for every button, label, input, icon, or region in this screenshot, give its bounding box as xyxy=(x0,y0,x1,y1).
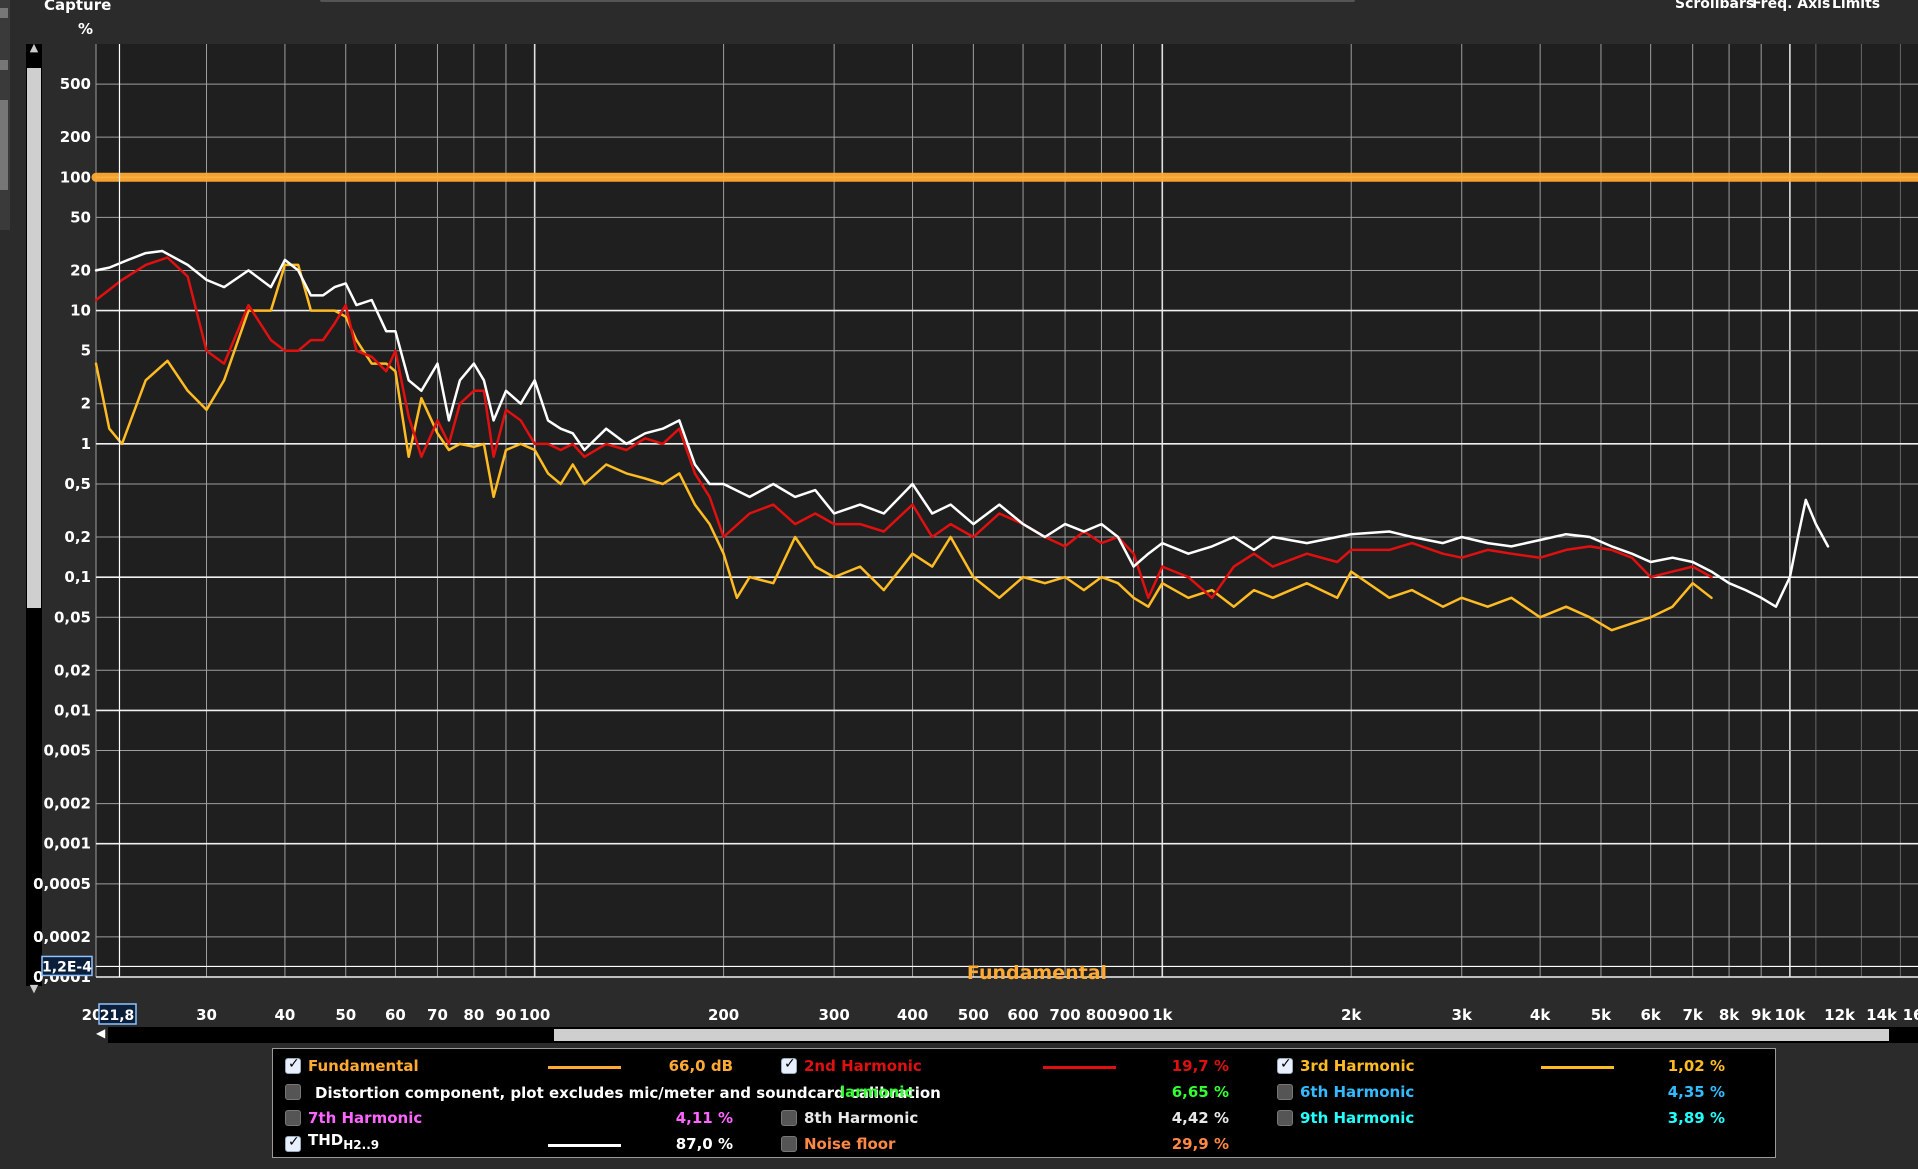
legend-h3-label: 3rd Harmonic xyxy=(1300,1057,1415,1075)
x-tick-label: 600 xyxy=(1007,1006,1038,1024)
legend-h4-label: larmonic xyxy=(840,1083,914,1101)
x-tick-label: 60 xyxy=(385,1006,406,1024)
y-tick-label: 0,05 xyxy=(54,608,91,626)
distortion-chart: 500 200 100 50 20 10 5 2 1 0,5 0,2 0,1 0,05 0,02 0,01 0… xyxy=(33,44,1918,1025)
y-tick-label: 5 xyxy=(81,342,91,360)
legend-panel: Fundamental 66,0 dB 2nd Harmonic 19,7 % … xyxy=(272,1048,1776,1158)
y-tick-label: 0,1 xyxy=(64,568,91,586)
x-tick-label: 900 xyxy=(1118,1006,1149,1024)
h9-checkbox[interactable] xyxy=(1277,1110,1293,1126)
legend-h9-label: 9th Harmonic xyxy=(1300,1109,1415,1127)
legend-fundamental-value: 66,0 dB xyxy=(668,1057,733,1075)
y-tick-label: 0,2 xyxy=(64,528,91,546)
legend-h8-label: 8th Harmonic xyxy=(804,1109,919,1127)
h3-swatch xyxy=(1541,1066,1614,1069)
y-tick-label: 50 xyxy=(70,208,91,226)
y-tick-label: 0,005 xyxy=(44,742,91,760)
x-axis-labels: 20 30 40 50 60 70 80 90 100 200 300 400 500 600 700 800… xyxy=(82,1006,1918,1024)
legend-h6-label: 6th Harmonic xyxy=(1300,1083,1415,1101)
noise-floor-checkbox[interactable] xyxy=(781,1136,797,1152)
y-tick-label: 2 xyxy=(81,395,91,413)
legend-h8-value: 4,42 % xyxy=(1171,1109,1229,1127)
h4-checkbox[interactable] xyxy=(285,1084,301,1100)
x-tick-label: 10k xyxy=(1774,1006,1806,1024)
legend-h4-value: 6,65 % xyxy=(1171,1083,1229,1101)
x-tick-label: 8k xyxy=(1719,1006,1740,1024)
y-tick-label: 0,02 xyxy=(54,661,91,679)
y-tick-label: 0,0002 xyxy=(33,928,91,946)
y-tick-label: 0,002 xyxy=(44,795,91,813)
x-tick-label: 6k xyxy=(1640,1006,1661,1024)
h6-checkbox[interactable] xyxy=(1277,1084,1293,1100)
legend-h2-value: 19,7 % xyxy=(1171,1057,1229,1075)
x-tick-label: 16 xyxy=(1903,1006,1918,1024)
cursor-y-label: 1,2E-4 xyxy=(42,959,92,975)
fundamental-swatch xyxy=(548,1066,621,1069)
legend-noise-value: 29,9 % xyxy=(1171,1135,1229,1153)
legend-h9-value: 3,89 % xyxy=(1667,1109,1725,1127)
x-tick-label: 9k xyxy=(1751,1006,1772,1024)
cursor-x-label: 21,8 xyxy=(100,1008,135,1024)
x-tick-label: 30 xyxy=(196,1006,217,1024)
h2-swatch xyxy=(1043,1066,1116,1069)
horizontal-scroll-thumb[interactable] xyxy=(554,1029,1889,1041)
x-tick-label: 40 xyxy=(274,1006,295,1024)
x-tick-label: 12k xyxy=(1824,1006,1856,1024)
x-tick-label: 90 xyxy=(496,1006,517,1024)
y-tick-label: 500 xyxy=(60,75,91,93)
x-tick-label: 70 xyxy=(427,1006,448,1024)
h8-checkbox[interactable] xyxy=(781,1110,797,1126)
y-tick-label: 0,0005 xyxy=(33,875,91,893)
legend-thd-value: 87,0 % xyxy=(675,1135,733,1153)
x-tick-label: 200 xyxy=(708,1006,739,1024)
scroll-left-arrow-icon[interactable]: ◀ xyxy=(96,1026,105,1040)
h2-checkbox[interactable] xyxy=(781,1056,797,1074)
y-tick-label: 1 xyxy=(81,435,91,453)
y-tick-label: 0,5 xyxy=(64,475,91,493)
x-tick-label: 100 xyxy=(519,1006,550,1024)
legend-h2-label: 2nd Harmonic xyxy=(804,1057,922,1075)
thd-label-text: THD xyxy=(308,1131,344,1149)
x-tick-label: 80 xyxy=(463,1006,484,1024)
x-tick-label: 7k xyxy=(1682,1006,1703,1024)
x-tick-label: 800 xyxy=(1086,1006,1117,1024)
x-tick-label: 5k xyxy=(1591,1006,1612,1024)
y-tick-label: 200 xyxy=(60,128,91,146)
fundamental-annotation: Fundamental xyxy=(967,962,1107,984)
x-tick-label: 3k xyxy=(1452,1006,1473,1024)
x-tick-label: 500 xyxy=(958,1006,989,1024)
h3-checkbox[interactable] xyxy=(1277,1056,1293,1074)
bottom-strip xyxy=(0,1158,1918,1169)
fundamental-checkbox[interactable] xyxy=(285,1056,301,1074)
y-tick-label: 100 xyxy=(60,168,91,186)
thd-swatch xyxy=(548,1144,621,1147)
y-tick-label: 0,01 xyxy=(54,701,91,719)
legend-h3-value: 1,02 % xyxy=(1667,1057,1725,1075)
legend-fundamental-label: Fundamental xyxy=(308,1057,419,1075)
x-tick-label: 300 xyxy=(818,1006,849,1024)
thd-checkbox[interactable] xyxy=(285,1134,301,1152)
legend-h7-label: 7th Harmonic xyxy=(308,1109,423,1127)
x-tick-label: 700 xyxy=(1049,1006,1080,1024)
legend-noise-label: Noise floor xyxy=(804,1135,896,1153)
x-tick-label: 4k xyxy=(1530,1006,1551,1024)
y-tick-label: 0,001 xyxy=(44,835,91,853)
thd-subscript: H2..9 xyxy=(343,1138,380,1152)
h7-checkbox[interactable] xyxy=(285,1110,301,1126)
y-axis-labels: 500 200 100 50 20 10 5 2 1 0,5 0,2 0,1 0,05 0,02 0,01 0… xyxy=(33,75,91,986)
x-tick-label: 400 xyxy=(897,1006,928,1024)
horizontal-scrollbar[interactable]: ◀ xyxy=(96,1026,1918,1043)
legend-thd-label: THDH2..9 xyxy=(308,1131,379,1152)
legend-h7-value: 4,11 % xyxy=(675,1109,733,1127)
legend-h6-value: 4,35 % xyxy=(1667,1083,1725,1101)
x-tick-label: 50 xyxy=(335,1006,356,1024)
x-tick-label: 1k xyxy=(1152,1006,1173,1024)
x-tick-label: 2k xyxy=(1341,1006,1362,1024)
x-tick-label: 14k xyxy=(1866,1006,1898,1024)
y-tick-label: 20 xyxy=(70,261,91,279)
y-tick-label: 10 xyxy=(70,302,91,320)
